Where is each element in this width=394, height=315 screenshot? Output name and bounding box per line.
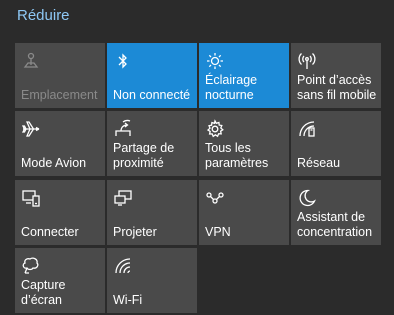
tile-label: Non connecté: [113, 88, 191, 102]
tile-night-light[interactable]: Éclairage nocturne: [199, 43, 289, 108]
tile-label: Emplacement: [21, 88, 98, 102]
mobile-hotspot-icon: [297, 51, 317, 71]
tile-label: Réseau: [297, 156, 341, 170]
tile-label: Point d’accès sans fil mobile: [297, 73, 377, 102]
collapse-link[interactable]: Réduire: [17, 7, 70, 24]
screen-snip-icon: [21, 256, 41, 276]
connect-icon: [21, 188, 41, 208]
tile-connect[interactable]: Connecter: [15, 180, 105, 245]
tile-label: VPN: [205, 225, 231, 239]
focus-assist-moon-icon: [297, 188, 317, 208]
tile-focus-assist[interactable]: Assistant de concentration: [291, 180, 381, 245]
tile-location[interactable]: Emplacement: [15, 43, 105, 108]
vpn-icon: [205, 188, 225, 208]
tile-label: Connecter: [21, 225, 79, 239]
location-icon: [21, 51, 41, 71]
tile-bluetooth[interactable]: Non connecté: [107, 43, 197, 108]
tile-mobile-hotspot[interactable]: Point d’accès sans fil mobile: [291, 43, 381, 108]
tile-nearby-sharing[interactable]: Partage de proximité: [107, 111, 197, 176]
network-icon: [297, 119, 317, 139]
tile-screen-snip[interactable]: Capture d’écran: [15, 248, 105, 313]
tile-label: Projeter: [113, 225, 157, 239]
tile-label: Capture d’écran: [21, 278, 66, 307]
nearby-sharing-icon: [113, 119, 133, 139]
tile-label: Mode Avion: [21, 156, 87, 170]
gear-icon: [205, 119, 225, 139]
tile-label: Partage de proximité: [113, 141, 175, 170]
tile-all-settings[interactable]: Tous les paramètres: [199, 111, 289, 176]
night-light-icon: [205, 51, 225, 71]
tile-label: Éclairage nocturne: [205, 73, 258, 102]
tile-project[interactable]: Projeter: [107, 180, 197, 245]
tile-wifi[interactable]: Wi-Fi: [107, 248, 197, 313]
tile-label: Tous les paramètres: [205, 141, 269, 170]
tile-label: Assistant de concentration: [297, 210, 373, 239]
quick-actions-grid: Emplacement Non connecté Éclairage noctu…: [15, 43, 394, 315]
airplane-icon: [21, 119, 41, 139]
project-icon: [113, 188, 133, 208]
tile-vpn[interactable]: VPN: [199, 180, 289, 245]
wifi-icon: [113, 256, 133, 276]
tile-network[interactable]: Réseau: [291, 111, 381, 176]
tile-airplane-mode[interactable]: Mode Avion: [15, 111, 105, 176]
tile-label: Wi-Fi: [113, 293, 143, 307]
bluetooth-icon: [113, 51, 133, 71]
